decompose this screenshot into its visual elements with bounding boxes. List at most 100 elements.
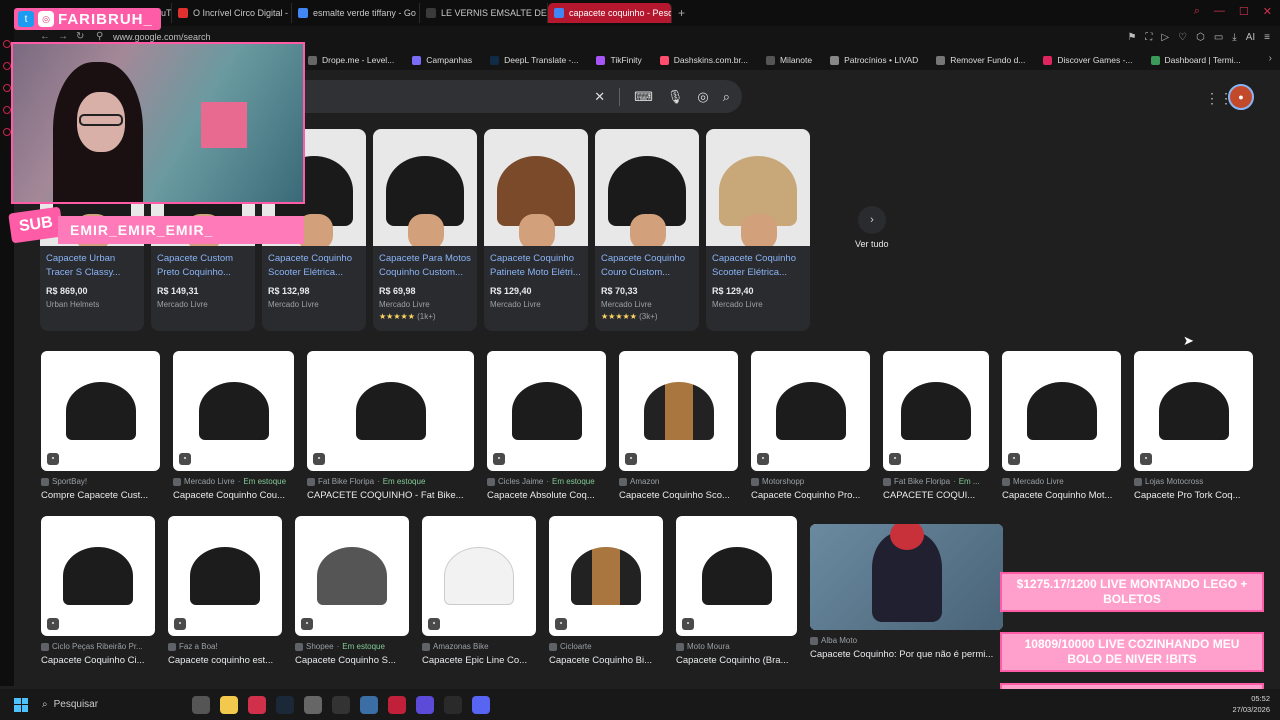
product-name[interactable]: Capacete Coquinho Patinete Moto Elétri..… (484, 246, 588, 282)
result-image[interactable]: ⬩ (168, 516, 282, 636)
product-image[interactable] (706, 129, 810, 246)
image-result[interactable]: ⬩ Amazon Capacete Coquinho Sco... (619, 351, 738, 501)
bookmark-item[interactable]: Dashskins.com.br... (659, 55, 748, 65)
opera-icon[interactable] (248, 695, 266, 714)
steam-icon[interactable] (276, 695, 294, 714)
sidebar-icon[interactable] (3, 62, 11, 70)
url-field[interactable]: www.google.com/search (113, 32, 211, 42)
avatar[interactable]: ● (1228, 84, 1254, 110)
result-image[interactable]: ⬩ (619, 351, 738, 471)
product-image[interactable] (595, 129, 699, 246)
sidebar-icon[interactable] (3, 128, 11, 136)
image-result[interactable]: ⬩ Mercado Livre · Em estoque Capacete Coqu… (173, 351, 294, 501)
heart-icon[interactable]: ♡ (1178, 32, 1187, 43)
result-image[interactable]: ⬩ (1134, 351, 1253, 471)
result-image[interactable] (810, 524, 1003, 630)
result-image[interactable]: ⬩ (751, 351, 870, 471)
windows-start-icon[interactable] (14, 697, 28, 712)
image-result[interactable]: ⬩ Faz a Boa! Capacete coquinho est... (168, 516, 282, 666)
maximize-button[interactable]: ☐ (1239, 5, 1249, 18)
image-result[interactable]: ⬩ Motorshopp Capacete Coquinho Pro... (751, 351, 870, 501)
menu-icon[interactable]: ≡ (1264, 32, 1270, 43)
image-result[interactable]: ⬩ Fat Bike Floripa · Em ... CAPACETE COQUI… (883, 351, 989, 501)
product-name[interactable]: Capacete Custom Preto Coquinho... (151, 246, 255, 282)
screenshot-icon[interactable]: ⛶ (1145, 32, 1152, 43)
app-icon[interactable] (416, 695, 434, 714)
result-image[interactable]: ⬩ (173, 351, 294, 471)
product-name[interactable]: Capacete Coquinho Couro Custom... (595, 246, 699, 282)
result-title[interactable]: Capacete Coquinho Pro... (751, 490, 870, 501)
settings-icon[interactable] (360, 695, 378, 714)
product-card[interactable]: Capacete Coquinho Couro Custom... R$ 70,3… (595, 129, 699, 331)
app-icon[interactable] (444, 695, 462, 714)
result-image[interactable]: ⬩ (307, 351, 474, 471)
result-title[interactable]: Compre Capacete Cust... (41, 490, 160, 501)
ai-icon[interactable]: AI (1246, 32, 1255, 43)
extensions-icon[interactable]: ⬡ (1196, 32, 1205, 43)
keyboard-icon[interactable]: ⌨ (634, 89, 653, 105)
bookmark-item[interactable]: Campanhas (412, 55, 472, 65)
image-result[interactable]: ⬩ Cicloarte Capacete Coquinho Bi... (549, 516, 663, 666)
result-title[interactable]: Capacete Coquinho: Por que não é permi..… (810, 649, 1003, 660)
sidebar-icon[interactable] (3, 106, 11, 114)
back-icon[interactable]: ← (40, 31, 50, 42)
close-button[interactable]: ✕ (1263, 5, 1272, 18)
result-title[interactable]: Capacete Coquinho Mot... (1002, 490, 1121, 501)
bookmark-item[interactable]: Remover Fundo d... (936, 55, 1025, 65)
product-name[interactable]: Capacete Urban Tracer S Classy... (40, 246, 144, 282)
search-box[interactable]: ✕ ⌨ 🎙 ◎ ⌕ (290, 80, 742, 113)
app-icon[interactable] (388, 695, 406, 714)
forward-icon[interactable]: → (58, 31, 68, 42)
image-result[interactable]: ⬩ Moto Moura Capacete Coquinho (Bra... (676, 516, 797, 666)
search-icon[interactable]: ⌕ (723, 89, 730, 105)
product-name[interactable]: Capacete Para Motos Coquinho Custom... (373, 246, 477, 282)
search-tabs-icon[interactable]: ⌕ (1194, 5, 1200, 18)
result-image[interactable]: ⬩ (295, 516, 409, 636)
image-result[interactable]: ⬩ Mercado Livre Capacete Coquinho Mot... (1002, 351, 1121, 501)
result-image[interactable]: ⬩ (883, 351, 989, 471)
image-result[interactable]: ⬩ Fat Bike Floripa · Em estoque CAPACETE C… (307, 351, 474, 501)
result-title[interactable]: Capacete Pro Tork Coq... (1134, 490, 1253, 501)
bookmark-item[interactable]: Milanote (765, 55, 812, 65)
tab-1[interactable]: O Incrível Circo Digital - N (172, 3, 292, 23)
next-arrow-icon[interactable]: › (858, 206, 886, 234)
result-title[interactable]: Capacete Coquinho Bi... (549, 655, 663, 666)
tab-2[interactable]: esmalte verde tiffany - Go (292, 3, 420, 23)
bookmark-item[interactable]: Discover Games -... (1043, 55, 1133, 65)
result-image[interactable]: ⬩ (41, 351, 160, 471)
result-title[interactable]: Capacete Coquinho (Bra... (676, 655, 797, 666)
taskbar-search[interactable]: ⌕ Pesquisar (42, 694, 182, 716)
result-image[interactable]: ⬩ (549, 516, 663, 636)
image-result[interactable]: ⬩ Lojas Motocross Capacete Pro Tork Coq... (1134, 351, 1253, 501)
mic-icon[interactable]: 🎙 (667, 89, 684, 105)
result-image[interactable]: ⬩ (422, 516, 536, 636)
play-icon[interactable]: ▷ (1161, 32, 1169, 43)
result-title[interactable]: Capacete Absolute Coq... (487, 490, 606, 501)
product-card[interactable]: Capacete Para Motos Coquinho Custom... R$… (373, 129, 477, 331)
tab-icon[interactable]: ▭ (1214, 32, 1223, 43)
result-title[interactable]: Capacete Epic Line Co... (422, 655, 536, 666)
reload-icon[interactable]: ↻ (76, 31, 84, 42)
result-title[interactable]: Capacete Coquinho Cou... (173, 490, 294, 501)
sidebar-icon[interactable] (3, 84, 11, 92)
bookmark-icon[interactable]: ⚑ (1127, 32, 1136, 43)
result-title[interactable]: Capacete coquinho est... (168, 655, 282, 666)
result-image[interactable]: ⬩ (676, 516, 797, 636)
image-result[interactable]: ⬩ Amazonas Bike Capacete Epic Line Co... (422, 516, 536, 666)
result-title[interactable]: CAPACETE COQUI... (883, 490, 989, 501)
image-result[interactable]: ⬩ Ciclo Peças Ribeirão Pr... Capacete Coqu… (41, 516, 155, 666)
image-result[interactable]: ⬩ SportBay! Compre Capacete Cust... (41, 351, 160, 501)
download-icon[interactable]: ⤓ (1232, 32, 1236, 43)
bookmark-item[interactable]: DeepL Translate -... (490, 55, 578, 65)
product-name[interactable]: Capacete Coquinho Scooter Elétrica... (706, 246, 810, 282)
bookmark-item[interactable]: TikFinity (596, 55, 642, 65)
result-image[interactable]: ⬩ (1002, 351, 1121, 471)
minimize-button[interactable]: — (1214, 5, 1225, 18)
product-card[interactable]: Capacete Coquinho Scooter Elétrica... R$ … (706, 129, 810, 331)
app-icon[interactable] (304, 695, 322, 714)
bookmark-item[interactable]: Dashboard | Termi... (1150, 55, 1241, 65)
result-title[interactable]: CAPACETE COQUINHO - Fat Bike... (307, 490, 474, 501)
product-image[interactable] (373, 129, 477, 246)
tab-3[interactable]: LE VERNIS EMSALTE DE L (420, 3, 548, 23)
tab-4[interactable]: capacete coquinho - Pesq✕ (548, 3, 672, 23)
